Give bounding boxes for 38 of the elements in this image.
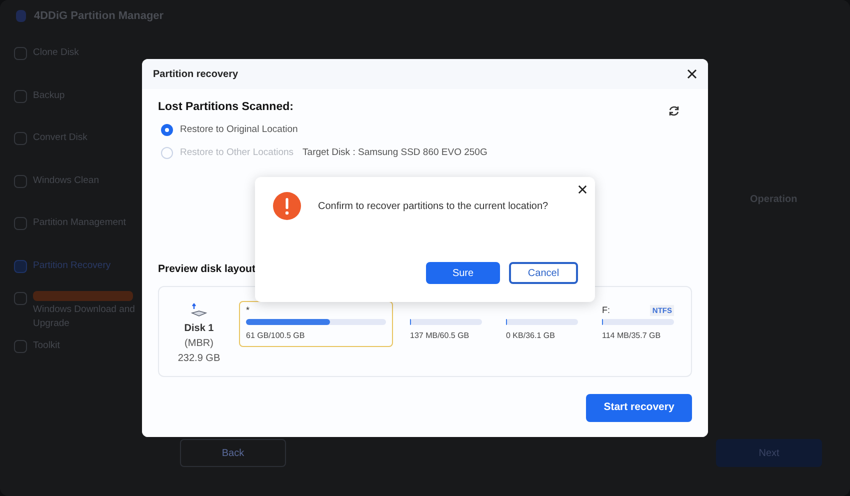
menu-item-icon: [14, 292, 27, 305]
partition-label: F:: [602, 304, 610, 317]
menu-item-icon: [14, 90, 27, 102]
section-heading: Preview disk layout: [158, 262, 256, 277]
dialog-title: Partition recovery: [153, 68, 238, 82]
radio-label: Restore to Original Location: [180, 122, 298, 137]
start-recovery-button[interactable]: Start recovery: [586, 394, 692, 422]
close-icon[interactable]: [687, 69, 697, 79]
close-icon[interactable]: [578, 185, 587, 194]
radio-button[interactable]: [161, 124, 173, 136]
usage-text: 114 MB/35.7 GB: [602, 330, 662, 342]
menu-item-icon: [14, 340, 27, 353]
disk-size: 232.9 GB: [178, 352, 220, 366]
cancel-button[interactable]: Cancel: [509, 262, 578, 284]
section-heading: Lost Partitions Scanned:: [158, 100, 294, 115]
menu-item-icon: [14, 174, 27, 188]
app-title: 4DDiG Partition Manager: [34, 8, 164, 24]
disk-scheme: (MBR): [184, 336, 214, 351]
sidebar-item[interactable]: Partition Recovery: [14, 258, 141, 291]
menu-item-icon: [14, 217, 27, 230]
sure-button[interactable]: Sure: [426, 262, 500, 284]
usage-text: 61 GB/100.5 GB: [246, 330, 306, 342]
confirm-message: Confirm to recover partitions to the current location?: [318, 200, 548, 214]
partition-card[interactable]: 137 MB/60.5 GB: [403, 300, 489, 347]
menu-item-icon: [14, 260, 27, 272]
partition-label: *: [246, 304, 250, 317]
menu-item-icon: [14, 132, 27, 145]
usage-text: 0 KB/36.1 GB: [506, 330, 556, 342]
menu-item-icon: [14, 47, 27, 60]
target-disk-text: Target Disk : Samsung SSD 860 EVO 250G: [302, 146, 488, 160]
refresh-icon[interactable]: [668, 105, 680, 117]
usage-text: 137 MB/60.5 GB: [410, 330, 470, 342]
radio-label: Restore to Other Locations: [180, 146, 294, 160]
warning-icon: [273, 192, 301, 220]
back-button[interactable]: Back: [180, 439, 286, 467]
disk-name: Disk 1: [184, 322, 214, 336]
partition-card[interactable]: 0 KB/36.1 GB: [499, 300, 585, 347]
disk-icon: [190, 302, 208, 319]
